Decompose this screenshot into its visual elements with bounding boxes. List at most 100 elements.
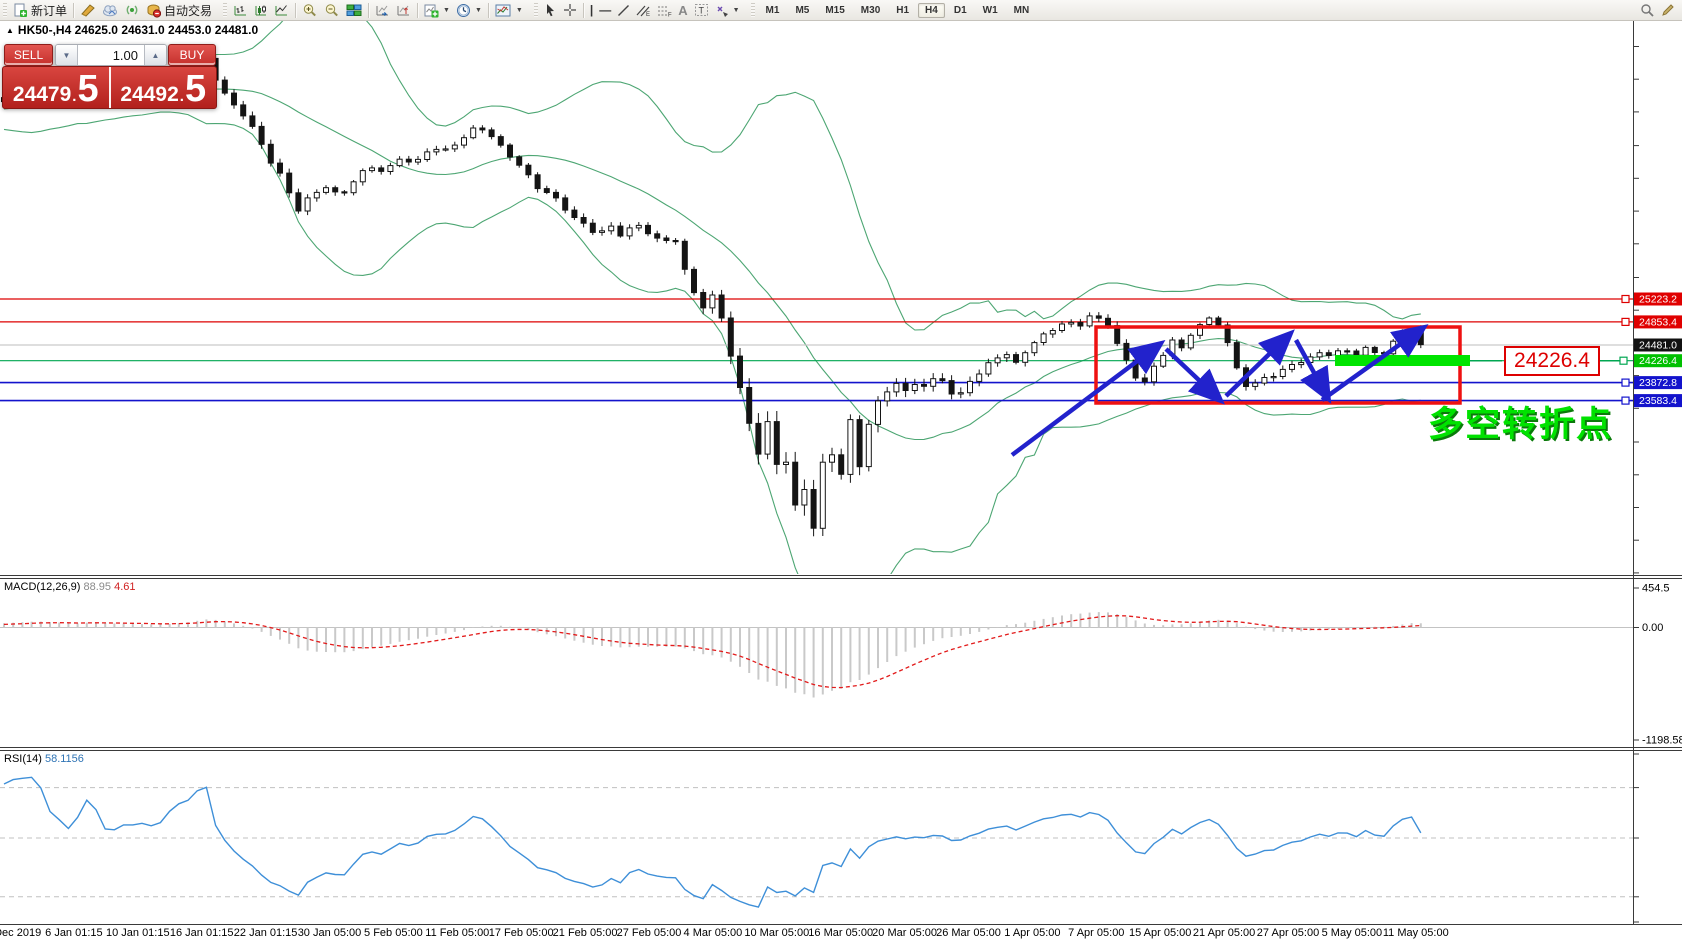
macd-signal-value: 4.61	[114, 581, 135, 593]
chart-shift-button[interactable]	[393, 1, 414, 19]
sell-button[interactable]: SELL	[4, 44, 53, 66]
volume-value[interactable]: 1.00	[78, 45, 144, 65]
candle-body	[397, 159, 402, 165]
cursor-tool-button[interactable]	[541, 1, 560, 19]
volume-decrease-button[interactable]: ▼	[56, 45, 78, 65]
support-highlight-bar	[1335, 355, 1470, 366]
candle-body	[1363, 347, 1368, 355]
horizontal-line-tool-button[interactable]: —	[596, 1, 614, 19]
macd-name: MACD(12,26,9)	[4, 581, 80, 593]
timeframe-mn[interactable]: MN	[1007, 3, 1037, 18]
timeframe-h1[interactable]: H1	[889, 3, 916, 18]
channel-tool-button[interactable]: E	[633, 1, 654, 19]
price-chart-svg[interactable]: 29298.028770.028242.027698.027170.026642…	[0, 0, 1682, 942]
time-label: 21 Feb 05:00	[553, 927, 618, 939]
time-label: 17 Feb 05:00	[489, 927, 554, 939]
zoom-out-button[interactable]	[321, 1, 343, 19]
line-chart-mode-button[interactable]	[271, 1, 292, 19]
bar-chart-mode-button[interactable]	[230, 1, 251, 19]
auto-scroll-button[interactable]	[372, 1, 393, 19]
trendline-tool-button[interactable]	[614, 1, 633, 19]
candle-body	[1317, 353, 1322, 357]
time-label: 30 Jan 05:00	[298, 927, 362, 939]
candle-body	[1354, 351, 1359, 355]
volume-increase-button[interactable]: ▲	[144, 45, 166, 65]
quick-search-button[interactable]	[1637, 1, 1658, 19]
turning-point-annotation[interactable]: 多空转折点	[1428, 396, 1613, 447]
candle-body	[1253, 383, 1258, 386]
timeframe-w1[interactable]: W1	[976, 3, 1005, 18]
candle-body	[912, 385, 917, 391]
collapse-arrow-icon[interactable]: ▲	[6, 26, 14, 35]
timeframe-d1[interactable]: D1	[947, 3, 974, 18]
crosshair-tool-button[interactable]	[560, 1, 580, 19]
candle-body	[830, 455, 835, 462]
svg-text:T: T	[698, 6, 704, 16]
text-label-tool-button[interactable]: T	[691, 1, 712, 19]
toolbar-drag-handle[interactable]	[223, 3, 227, 17]
candle-body	[222, 80, 227, 93]
candle-body	[471, 128, 476, 138]
arrows-tool-button[interactable]: ▼	[712, 1, 743, 19]
candle-body	[1087, 316, 1092, 326]
price-badge-label: 24226.4	[1639, 355, 1677, 367]
candle-body	[894, 383, 899, 392]
fibonacci-tool-button[interactable]: F	[654, 1, 675, 19]
candle-body	[719, 295, 724, 318]
buy-button[interactable]: BUY	[168, 44, 216, 66]
candle-body	[1345, 351, 1350, 352]
new-order-label: 新订单	[31, 2, 67, 19]
buy-price[interactable]: 24492.5	[109, 67, 217, 108]
templates-button[interactable]: ▼	[492, 1, 526, 19]
signals-button[interactable]	[122, 1, 143, 19]
period-button[interactable]: ▼	[453, 1, 485, 19]
candle-body	[784, 462, 789, 464]
horizontal-line-icon: —	[599, 4, 611, 16]
toolbar-drag-handle[interactable]	[3, 3, 7, 17]
timeframe-m15[interactable]: M15	[818, 3, 851, 18]
candle-body	[443, 149, 448, 150]
publish-cloud-button[interactable]	[99, 1, 122, 19]
zoom-in-button[interactable]	[299, 1, 321, 19]
candle-body	[1216, 318, 1221, 325]
candle-body	[406, 159, 411, 162]
toolbar-drag-handle[interactable]	[751, 3, 755, 17]
add-indicator-button[interactable]: ▼	[421, 1, 453, 19]
volume-stepper: ▼ 1.00 ▲	[55, 44, 167, 66]
sell-price[interactable]: 24479.5	[3, 67, 109, 108]
timeframe-m30[interactable]: M30	[854, 3, 887, 18]
chart-shift-icon	[396, 3, 411, 17]
toolbar-drag-handle[interactable]	[534, 3, 538, 17]
crayon-tool-button[interactable]	[77, 1, 99, 19]
tile-windows-icon	[346, 3, 362, 17]
candle-body	[627, 228, 632, 236]
tile-windows-button[interactable]	[343, 1, 365, 19]
candle-body	[333, 188, 338, 192]
draw-mode-button[interactable]	[1658, 1, 1678, 19]
text-tool-button[interactable]: A	[675, 1, 690, 19]
candlestick-mode-button[interactable]	[251, 1, 271, 19]
candle-body	[1014, 355, 1019, 363]
new-order-button[interactable]: 新订单	[10, 1, 70, 19]
candle-body	[682, 241, 687, 269]
candle-body	[600, 231, 605, 233]
timeframe-m5[interactable]: M5	[788, 3, 816, 18]
macd-pane	[0, 612, 1633, 697]
time-axis[interactable]: 27 Dec 20196 Jan 01:1510 Jan 01:1516 Jan…	[0, 927, 1633, 942]
candle-body	[1050, 331, 1055, 335]
candle-body	[1207, 318, 1212, 325]
timeframe-m1[interactable]: M1	[759, 3, 787, 18]
vertical-line-tool-button[interactable]: |	[587, 1, 596, 19]
time-label: 4 Mar 05:00	[684, 927, 743, 939]
price-callout-label[interactable]: 24226.4	[1504, 346, 1600, 376]
toolbar-separator	[488, 3, 489, 18]
auto-trading-button[interactable]: 自动交易	[143, 1, 215, 19]
buy-price-main: 24492	[120, 84, 178, 105]
candle-body	[544, 189, 549, 193]
candle-body	[590, 223, 595, 232]
timeframe-h4[interactable]: H4	[918, 3, 945, 18]
candle-body	[1124, 343, 1129, 360]
macd-tick-label: -1198.58	[1642, 735, 1682, 747]
candle-body	[342, 192, 347, 193]
time-label: 15 Apr 05:00	[1129, 927, 1191, 939]
